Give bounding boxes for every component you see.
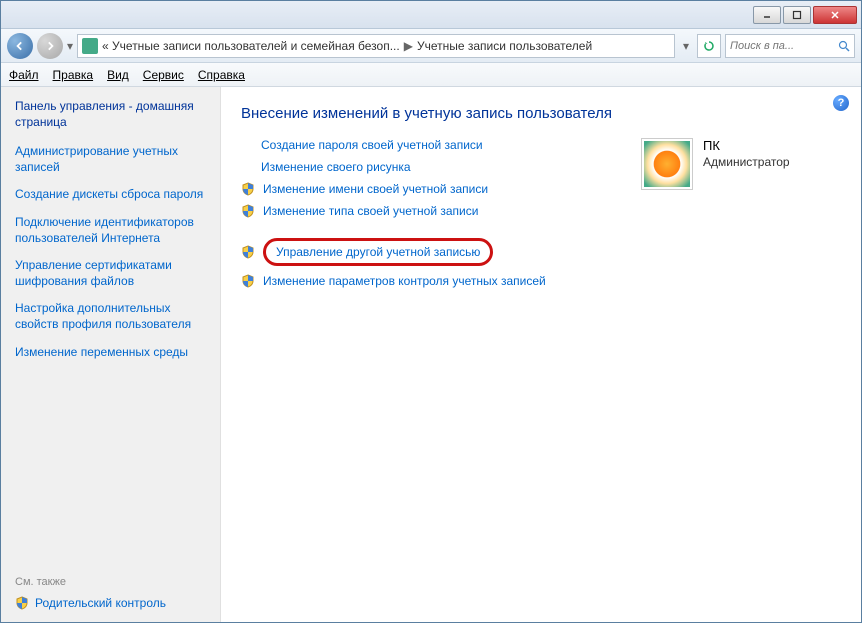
refresh-button[interactable]: [697, 34, 721, 58]
menu-tools[interactable]: Сервис: [143, 68, 184, 82]
menu-help[interactable]: Справка: [198, 68, 245, 82]
sidebar-parental-label: Родительский контроль: [35, 596, 166, 610]
sidebar-item-link-online-ids[interactable]: Подключение идентификаторов пользователе…: [15, 215, 206, 246]
user-role: Администратор: [703, 155, 790, 169]
page-title: Внесение изменений в учетную запись поль…: [241, 105, 841, 122]
link-change-picture[interactable]: Изменение своего рисунка: [261, 160, 411, 174]
sidebar-item-env-vars[interactable]: Изменение переменных среды: [15, 345, 206, 361]
breadcrumb-seg2[interactable]: Учетные записи пользователей: [417, 39, 592, 53]
action-links: Создание пароля своей учетной записи Изм…: [241, 138, 611, 296]
breadcrumb[interactable]: « Учетные записи пользователей и семейна…: [77, 34, 675, 58]
main-panel: ? Внесение изменений в учетную запись по…: [221, 87, 861, 622]
menu-file[interactable]: Файл: [9, 68, 39, 82]
close-button[interactable]: [813, 6, 857, 24]
shield-icon: [241, 245, 255, 259]
navbar: ▾ « Учетные записи пользователей и семей…: [1, 29, 861, 63]
breadcrumb-dropdown[interactable]: ▾: [679, 39, 693, 53]
help-icon[interactable]: ?: [833, 95, 849, 111]
back-button[interactable]: [7, 33, 33, 59]
sidebar: Панель управления - домашняя страница Ад…: [1, 87, 221, 622]
titlebar: [1, 1, 861, 29]
breadcrumb-seg1[interactable]: « Учетные записи пользователей и семейна…: [102, 39, 400, 53]
sidebar-item-profile-props[interactable]: Настройка дополнительных свойств профиля…: [15, 301, 206, 332]
avatar-image: [644, 141, 690, 187]
menu-view[interactable]: Вид: [107, 68, 129, 82]
link-change-type[interactable]: Изменение типа своей учетной записи: [263, 204, 478, 218]
content: Панель управления - домашняя страница Ад…: [1, 87, 861, 622]
sidebar-item-reset-disk[interactable]: Создание дискеты сброса пароля: [15, 187, 206, 203]
link-manage-other-account[interactable]: Управление другой учетной записью: [276, 245, 480, 259]
see-also-label: См. также: [15, 576, 206, 588]
shield-icon: [15, 596, 29, 610]
nav-chevron-icon[interactable]: ▾: [67, 39, 73, 53]
user-name: ПК: [703, 138, 790, 153]
avatar[interactable]: [641, 138, 693, 190]
search-input[interactable]: [730, 40, 838, 52]
menu-edit[interactable]: Правка: [53, 68, 94, 82]
maximize-button[interactable]: [783, 6, 811, 24]
shield-icon: [241, 182, 255, 196]
link-change-name[interactable]: Изменение имени своей учетной записи: [263, 182, 488, 196]
control-panel-icon: [82, 38, 98, 54]
shield-icon: [241, 274, 255, 288]
minimize-button[interactable]: [753, 6, 781, 24]
chevron-right-icon: ▶: [404, 39, 413, 53]
sidebar-home-link[interactable]: Панель управления - домашняя страница: [15, 99, 206, 130]
forward-button[interactable]: [37, 33, 63, 59]
shield-icon: [241, 204, 255, 218]
sidebar-parental-control[interactable]: Родительский контроль: [15, 596, 206, 610]
user-account-box: ПК Администратор: [641, 138, 841, 296]
window: ▾ « Учетные записи пользователей и семей…: [0, 0, 862, 623]
search-icon: [838, 40, 850, 52]
link-uac-settings[interactable]: Изменение параметров контроля учетных за…: [263, 274, 546, 288]
search-box[interactable]: [725, 34, 855, 58]
highlight-callout: Управление другой учетной записью: [263, 238, 493, 266]
sidebar-item-certificates[interactable]: Управление сертификатами шифрования файл…: [15, 258, 206, 289]
sidebar-item-admin-accounts[interactable]: Администрирование учетных записей: [15, 144, 206, 175]
menubar: Файл Правка Вид Сервис Справка: [1, 63, 861, 87]
link-create-password[interactable]: Создание пароля своей учетной записи: [261, 138, 483, 152]
